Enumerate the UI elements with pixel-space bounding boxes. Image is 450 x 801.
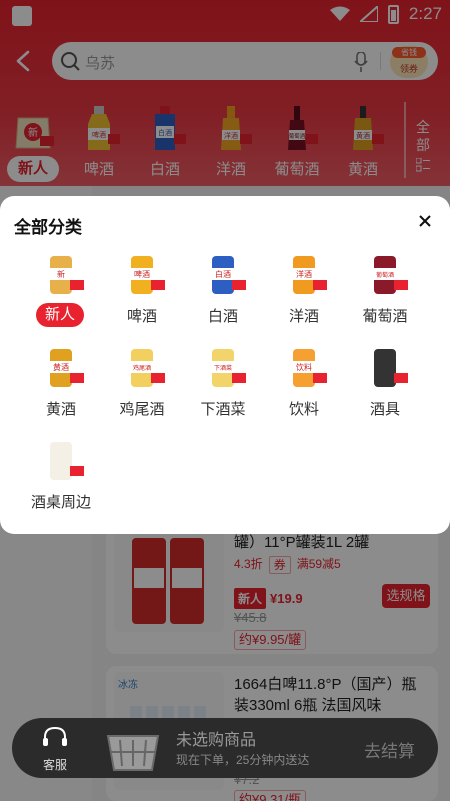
svg-text:鸡尾酒: 鸡尾酒 xyxy=(133,364,151,372)
category-icon: 白酒 xyxy=(210,256,246,294)
category-icon: 新 xyxy=(48,256,84,294)
customer-service-button[interactable]: 客服 xyxy=(40,726,70,773)
service-label: 客服 xyxy=(42,758,67,772)
category-label: 饮料 xyxy=(288,401,319,418)
cart-basket-icon[interactable] xyxy=(102,722,164,774)
category-label: 新人 xyxy=(36,303,84,327)
svg-text:下酒菜: 下酒菜 xyxy=(214,364,232,372)
headset-icon xyxy=(43,726,67,746)
category-label: 黄酒 xyxy=(45,401,76,418)
svg-text:白酒: 白酒 xyxy=(215,269,231,279)
category-icon: 鸡尾酒 xyxy=(129,349,165,387)
category-icon: 洋酒 xyxy=(291,256,327,294)
svg-text:洋酒: 洋酒 xyxy=(296,269,312,279)
category-icon xyxy=(50,442,84,480)
category-label: 下酒菜 xyxy=(200,401,246,418)
delivery-message: 现在下单，25分钟内送达 xyxy=(176,753,310,767)
category-icon: 啤酒 xyxy=(129,256,165,294)
all-categories-panel: 全部分类 新新人 啤酒 啤酒 白酒 白酒 洋酒 洋酒 葡萄酒 葡萄酒 黄酒 黄酒 鸡尾酒 鸡尾酒 下酒菜下… xyxy=(0,196,450,534)
category-label: 酒具 xyxy=(369,401,400,418)
category-label: 鸡尾酒 xyxy=(119,401,165,418)
category-label: 洋酒 xyxy=(288,308,319,325)
close-icon[interactable] xyxy=(416,212,434,230)
cart-bar: 客服 未选购商品 现在下单，25分钟内送达 去结算 xyxy=(12,718,438,778)
category-label: 酒桌周边 xyxy=(30,494,91,511)
category-icon: 黄酒 xyxy=(48,349,84,387)
svg-text:葡萄酒: 葡萄酒 xyxy=(376,271,394,279)
svg-text:新: 新 xyxy=(57,269,65,279)
checkout-button[interactable]: 去结算 xyxy=(364,737,415,762)
cart-empty-message: 未选购商品 xyxy=(176,732,257,749)
category-label: 葡萄酒 xyxy=(362,308,408,325)
category-icon: 下酒菜 xyxy=(210,349,246,387)
panel-title: 全部分类 xyxy=(14,218,82,237)
category-icon: 饮料 xyxy=(291,349,327,387)
category-icon: 葡萄酒 xyxy=(372,256,408,294)
category-label: 白酒 xyxy=(207,308,238,325)
category-label: 啤酒 xyxy=(126,308,157,325)
svg-text:饮料: 饮料 xyxy=(296,362,312,372)
category-icon xyxy=(374,349,408,387)
svg-text:黄酒: 黄酒 xyxy=(53,362,69,372)
svg-text:啤酒: 啤酒 xyxy=(134,269,150,279)
